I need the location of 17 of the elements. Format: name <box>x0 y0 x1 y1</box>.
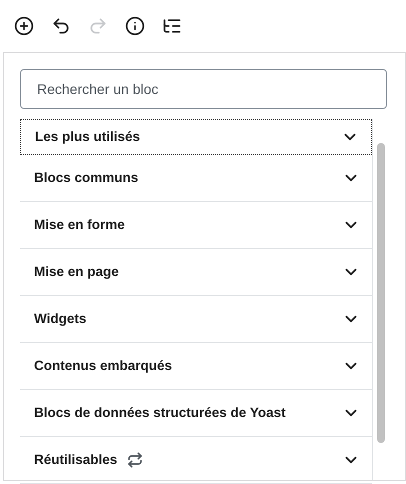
category-toggle[interactable]: Blocs communs <box>20 155 372 202</box>
scrollbar-thumb[interactable] <box>377 143 385 443</box>
add-button[interactable] <box>12 14 36 38</box>
category-toggle[interactable]: Contenus embarqués <box>20 343 372 390</box>
category-toggle[interactable]: Widgets <box>20 296 372 343</box>
info-icon <box>125 16 145 36</box>
search-field[interactable]: Rechercher un bloc <box>20 69 387 109</box>
category-toggle[interactable]: Réutilisables <box>20 437 372 484</box>
category-toggle[interactable]: Mise en forme <box>20 202 372 249</box>
undo-icon <box>51 16 71 36</box>
add-icon <box>14 16 34 36</box>
info-button[interactable] <box>123 14 147 38</box>
category-toggle[interactable]: Mise en page <box>20 249 372 296</box>
category-toggle[interactable]: Les plus utilisés <box>20 119 372 155</box>
category-toggle[interactable]: Blocs de données structurées de Yoast <box>20 390 372 437</box>
repeat-icon <box>127 452 144 468</box>
redo-icon <box>88 16 108 36</box>
